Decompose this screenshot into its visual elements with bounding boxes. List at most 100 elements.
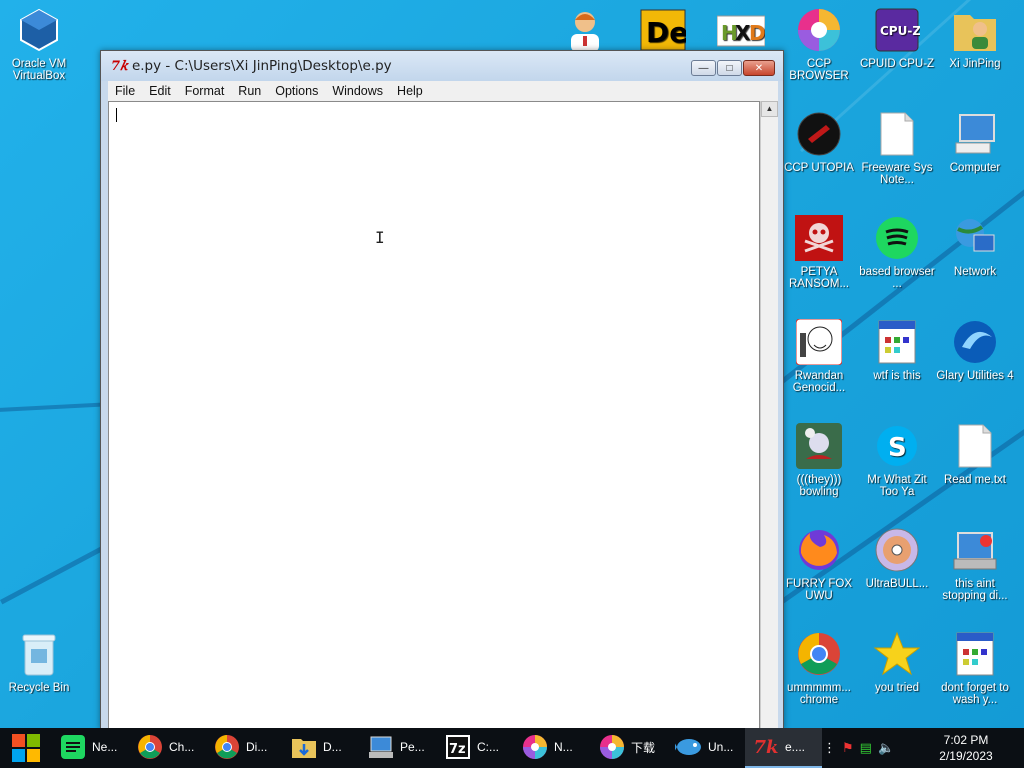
code-editor[interactable]: I xyxy=(108,101,760,728)
chrome-icon xyxy=(212,732,242,762)
disc-icon xyxy=(873,526,921,574)
taskbar-item-label: 下载 xyxy=(631,740,656,755)
taskbar: Ne... Ch... Di... D... Pe... 7z C:... N.… xyxy=(0,728,1024,768)
desktop-icon-recycle-bin[interactable]: Recycle Bin xyxy=(0,630,78,694)
windows-logo-icon xyxy=(12,734,40,762)
ibeam-cursor-icon: I xyxy=(375,228,385,247)
menu-edit[interactable]: Edit xyxy=(142,84,178,98)
taskbar-item-label: e.... xyxy=(785,740,806,754)
text-file-icon xyxy=(951,422,999,470)
download-folder-icon xyxy=(289,732,319,762)
taskbar-item-label: Ch... xyxy=(169,740,195,754)
taskbar-item-label: Ne... xyxy=(92,740,118,754)
desktop-icon-chrome[interactable]: ummmmm... chrome xyxy=(780,630,858,706)
desktop-icon-firefox[interactable]: FURRY FOX UWU xyxy=(780,526,858,602)
taskbar-item-browser-n[interactable]: N... xyxy=(514,728,591,768)
desktop-icon-ultrabull[interactable]: UltraBULL... xyxy=(858,526,936,590)
ccp-browser-icon xyxy=(520,732,550,762)
star-icon xyxy=(873,630,921,678)
taskbar-item-7zip[interactable]: 7z C:... xyxy=(437,728,514,768)
taskbar-item-unity[interactable]: Un... xyxy=(668,728,745,768)
taskbar-item-label: C:... xyxy=(477,740,500,754)
chrome-icon xyxy=(135,732,165,762)
ccp-browser-icon xyxy=(795,6,843,54)
desktop-icon-dont-forget[interactable]: dont forget to wash y... xyxy=(936,630,1014,706)
executable-icon xyxy=(951,630,999,678)
svg-text:S: S xyxy=(888,433,907,463)
network-tray-icon[interactable]: ▤ xyxy=(860,740,872,756)
taskbar-item-pe[interactable]: Pe... xyxy=(360,728,437,768)
svg-text:De: De xyxy=(646,16,686,49)
desktop-icon-cpuz[interactable]: CPU-Z CPUID CPU-Z xyxy=(858,6,936,70)
start-button[interactable] xyxy=(0,728,52,768)
maximize-button[interactable]: □ xyxy=(717,60,742,76)
skype-icon: S xyxy=(873,422,921,470)
taskbar-item-downloads[interactable]: D... xyxy=(283,728,360,768)
taskbar-item-chrome[interactable]: Ch... xyxy=(129,728,206,768)
spotify-style-icon xyxy=(58,732,88,762)
taskbar-item-idle-editor[interactable]: 7k e.... xyxy=(745,728,822,768)
desktop-icon-rwandan[interactable]: Rwandan Genocid... xyxy=(780,318,858,394)
menu-bar: File Edit Format Run Options Windows Hel… xyxy=(108,81,778,101)
desktop-icon-virtualbox[interactable]: Oracle VM VirtualBox xyxy=(0,6,78,82)
taskbar-item-chrome-2[interactable]: Di... xyxy=(206,728,283,768)
desktop-icon-ccp-browser[interactable]: CCP BROWSER xyxy=(780,6,858,82)
firefox-icon xyxy=(795,526,843,574)
7zip-icon: 7z xyxy=(443,732,473,762)
desktop-icon-you-tried[interactable]: you tried xyxy=(858,630,936,694)
menu-help[interactable]: Help xyxy=(390,84,430,98)
taskbar-item-label: D... xyxy=(323,740,342,754)
menu-run[interactable]: Run xyxy=(231,84,268,98)
skull-icon xyxy=(795,214,843,262)
clock[interactable]: 7:02 PM 2/19/2023 xyxy=(922,732,1010,764)
idle-editor-window[interactable]: 7𝑘 e.py - C:\Users\Xi JinPing\Desktop\e.… xyxy=(100,50,784,728)
menu-windows[interactable]: Windows xyxy=(325,84,390,98)
desktop-icon-not-stopping[interactable]: this aint stopping di... xyxy=(936,526,1014,602)
desktop-icon-based-browser[interactable]: based browser ... xyxy=(858,214,936,290)
clock-date: 2/19/2023 xyxy=(939,749,993,763)
user-folder-icon xyxy=(951,6,999,54)
cpuz-icon: CPU-Z xyxy=(873,6,921,54)
desktop-icon-skype[interactable]: S Mr What Zit Too Ya xyxy=(858,422,936,498)
action-center-flag-icon[interactable]: ⚑ xyxy=(842,740,854,756)
ccp-utopia-icon xyxy=(795,110,843,158)
desktop-icon-glary[interactable]: Glary Utilities 4 xyxy=(936,318,1014,382)
desktop-icon-wtf[interactable]: wtf is this xyxy=(858,318,936,382)
taskbar-item-notes[interactable]: Ne... xyxy=(52,728,129,768)
bowling-game-icon xyxy=(795,422,843,470)
desktop-icon-ccp-utopia[interactable]: CCP UTOPIA xyxy=(780,110,858,174)
taskbar-item-label: Di... xyxy=(246,740,268,754)
ccp-browser-icon xyxy=(597,732,627,762)
menu-file[interactable]: File xyxy=(108,84,142,98)
fish-app-icon xyxy=(674,732,704,762)
svg-text:7z: 7z xyxy=(449,742,466,757)
desktop-icon-bowling[interactable]: (((they))) bowling xyxy=(780,422,858,498)
taskbar-item-browser-download[interactable]: 下载 xyxy=(591,728,668,768)
glary-icon xyxy=(951,318,999,366)
menu-format[interactable]: Format xyxy=(178,84,232,98)
meme-face-icon xyxy=(795,318,843,366)
desktop-icon-freeware[interactable]: Freeware Sys Note... xyxy=(858,110,936,186)
document-icon xyxy=(873,110,921,158)
scroll-up-arrow-icon[interactable]: ▲ xyxy=(761,101,778,117)
taskbar-item-label: N... xyxy=(554,740,573,754)
volume-icon[interactable]: 🔈 xyxy=(878,740,894,756)
minimize-button[interactable]: — xyxy=(691,60,716,76)
more-icons-icon[interactable]: ⋮ xyxy=(823,740,836,756)
desktop-icon-xijinping[interactable]: Xi JinPing xyxy=(936,6,1014,70)
desktop-icon-readme[interactable]: Read me.txt xyxy=(936,422,1014,486)
vertical-scrollbar[interactable]: ▲ xyxy=(760,101,778,728)
computer-icon xyxy=(366,732,396,762)
close-button[interactable]: ✕ xyxy=(743,60,775,76)
desktop-icon-network[interactable]: Network xyxy=(936,214,1014,278)
text-caret xyxy=(116,108,117,122)
doctor-avatar-icon xyxy=(561,6,609,54)
desktop-icon-petya[interactable]: PETYA RANSOM... xyxy=(780,214,858,290)
clock-time: 7:02 PM xyxy=(943,733,989,747)
menu-options[interactable]: Options xyxy=(268,84,325,98)
spotify-style-icon xyxy=(873,214,921,262)
recycle-bin-icon xyxy=(15,630,63,678)
svg-text:D: D xyxy=(749,21,765,45)
title-bar[interactable]: 7𝑘 e.py - C:\Users\Xi JinPing\Desktop\e.… xyxy=(101,51,783,81)
desktop-icon-computer[interactable]: Computer xyxy=(936,110,1014,174)
